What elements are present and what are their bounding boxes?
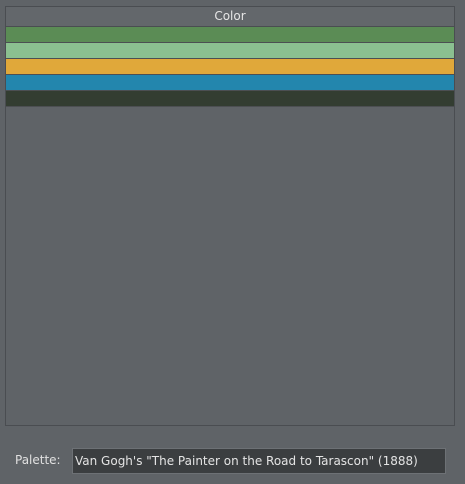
color-swatch-row[interactable] [6, 75, 454, 91]
color-column-header[interactable]: Color [6, 7, 454, 27]
color-swatch-list [6, 27, 454, 107]
color-list-panel: Color [5, 6, 455, 426]
color-swatch-row[interactable] [6, 59, 454, 75]
color-swatch-row[interactable] [6, 27, 454, 43]
palette-field[interactable]: Van Gogh's "The Painter on the Road to T… [72, 448, 446, 474]
color-swatch-row[interactable] [6, 91, 454, 107]
palette-window: Color Palette: Van Gogh's "The Painter o… [0, 0, 465, 484]
palette-label: Palette: [15, 453, 61, 467]
color-swatch-row[interactable] [6, 43, 454, 59]
palette-footer: Palette: Van Gogh's "The Painter on the … [0, 446, 465, 476]
